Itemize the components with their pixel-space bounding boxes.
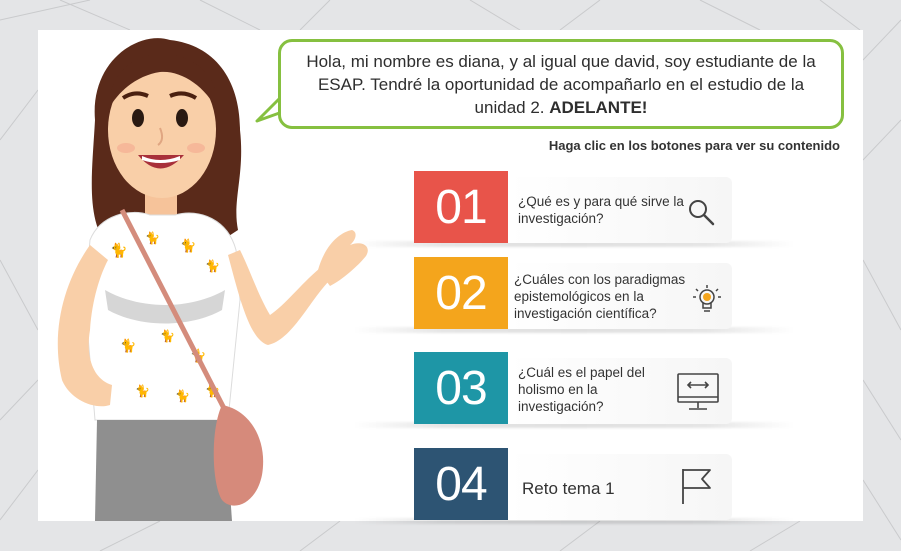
item-number: 01 xyxy=(414,171,508,243)
menu-button-01[interactable]: 01 ¿Qué es y para qué sirve la investiga… xyxy=(354,171,794,247)
lightbulb-icon xyxy=(693,285,721,312)
item-number: 04 xyxy=(414,448,508,520)
flag-icon xyxy=(682,469,711,504)
monitor-icon xyxy=(677,373,719,410)
menu-button-04[interactable]: 04 Reto tema 1 xyxy=(354,448,794,524)
item-label: ¿Cuáles con los paradigmas epistemológic… xyxy=(514,272,686,321)
menu-button-03[interactable]: 03 ¿Cuál es el papel del holismo en la i… xyxy=(354,352,794,428)
item-number: 02 xyxy=(414,257,508,329)
instruction-text: Haga clic en los botones para ver su con… xyxy=(548,138,840,153)
item-label: ¿Cuál es el papel del holismo en la inve… xyxy=(518,365,645,414)
item-number: 03 xyxy=(414,352,508,424)
menu-button-02[interactable]: 02 ¿Cuáles con los paradigmas epistemoló… xyxy=(354,257,794,333)
speech-bubble-text: Hola, mi nombre es diana, y al igual que… xyxy=(306,51,816,117)
speech-emphasis: ADELANTE! xyxy=(549,97,648,117)
item-label: Reto tema 1 xyxy=(522,479,615,498)
search-icon xyxy=(689,200,715,226)
item-label: ¿Qué es y para qué sirve la investigació… xyxy=(518,194,684,226)
speech-bubble: Hola, mi nombre es diana, y al igual que… xyxy=(278,39,844,129)
